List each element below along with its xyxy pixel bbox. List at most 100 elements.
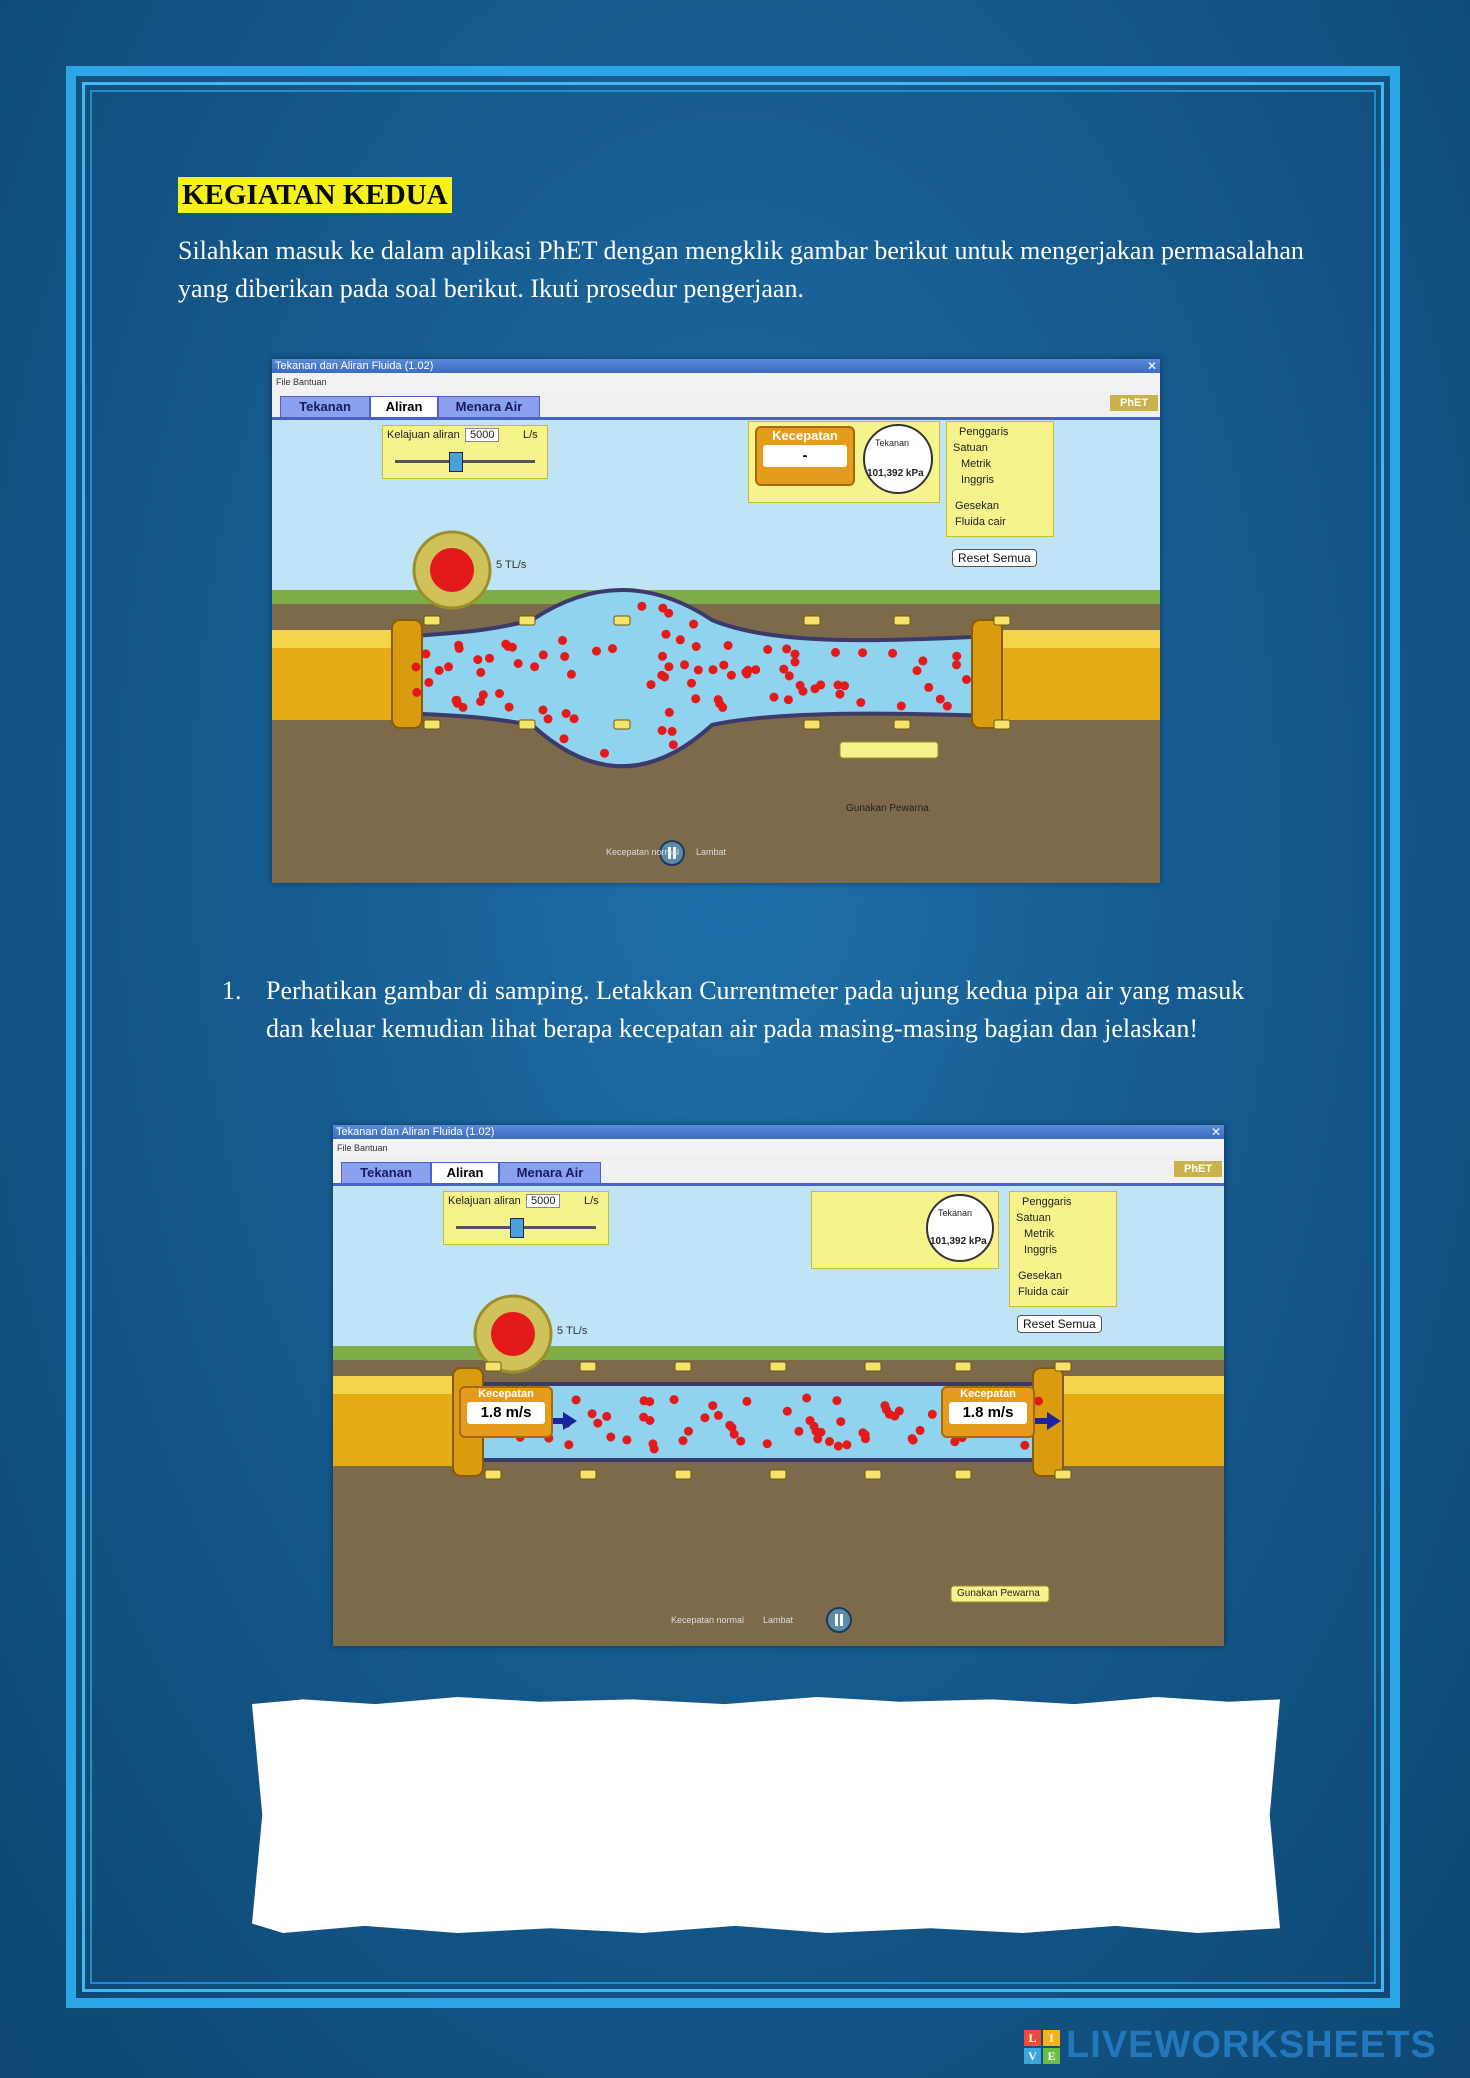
option-metrik[interactable]: Metrik [961, 458, 991, 470]
water-particle [912, 666, 922, 676]
option-inggris[interactable]: Inggris [961, 474, 994, 486]
reset-all-button[interactable]: Reset Semua [952, 549, 1037, 567]
speed-normal-radio: Kecepatan normal [671, 1615, 745, 1625]
water-particle [825, 1437, 834, 1446]
pressure-readout: 101,392 kPa [867, 468, 924, 479]
gauge-label: Tekanan [938, 1208, 973, 1218]
water-particle [742, 1396, 752, 1406]
rate-label: 5 TL/s [496, 559, 527, 571]
water-particle [915, 1425, 925, 1435]
water-particle [649, 1444, 659, 1454]
water-particle [485, 653, 494, 663]
water-particle [680, 660, 689, 670]
water-particle [719, 660, 729, 670]
phet-simulation-image: Tekanan dan Aliran Fluida (1.02) ✕ File … [333, 1125, 1224, 1646]
pressure-gauge[interactable]: Tekanan 101,392 kPa [863, 424, 933, 494]
water-particle [538, 705, 548, 715]
flow-rate-value[interactable]: 5000 [465, 428, 500, 442]
speed-normal-radio[interactable]: Kecepatan normal [606, 847, 679, 857]
water-particle [952, 651, 962, 661]
option-penggaris[interactable]: Penggaris [959, 426, 1009, 438]
tab-aliran: Aliran [431, 1162, 499, 1183]
water-particle [813, 1434, 823, 1444]
tab-menara-air[interactable]: Menara Air [438, 396, 540, 417]
pressure-marker [613, 615, 631, 626]
water-particle [742, 669, 752, 679]
water-particle [729, 1429, 739, 1439]
option-metrik: Metrik [1024, 1228, 1054, 1240]
speed-meter[interactable]: Kecepatan - [755, 426, 855, 486]
option-satuan: Satuan [953, 442, 988, 454]
water-particle [942, 701, 952, 711]
tab-tekanan[interactable]: Tekanan [280, 396, 370, 417]
question-number: 1. [222, 976, 242, 1005]
pressure-marker [674, 1361, 692, 1372]
pressure-marker [484, 1469, 502, 1480]
water-particle [779, 664, 789, 674]
reset-all-button: Reset Semua [1017, 1315, 1102, 1333]
water-particle [858, 648, 868, 658]
speed-slow-radio[interactable]: Lambat [696, 847, 726, 857]
pressure-gauge: Tekanan 101,392 kPa [926, 1194, 994, 1262]
speed-meter-left: Kecepatan 1.8 m/s [459, 1386, 553, 1438]
water-particle [725, 1420, 735, 1430]
pressure-marker [993, 719, 1011, 730]
pressure-marker [769, 1469, 787, 1480]
water-particle [458, 702, 468, 712]
speed-meter-value: - [763, 445, 847, 467]
sim-window-title: Tekanan dan Aliran Fluida (1.02) [272, 359, 1160, 373]
water-particle [908, 1435, 918, 1445]
water-particle [691, 642, 701, 651]
pressure-marker [954, 1361, 972, 1372]
water-particle [592, 646, 601, 656]
tab-aliran[interactable]: Aliran [370, 396, 438, 417]
water-particle [451, 695, 461, 705]
water-particle [790, 649, 800, 659]
water-particle [476, 667, 486, 677]
pressure-marker [423, 615, 441, 626]
answer-input[interactable] [252, 1697, 1280, 1933]
phet-simulation-link[interactable]: Tekanan dan Aliran Fluida (1.02) ✕ File … [272, 359, 1160, 883]
water-particle [718, 702, 728, 712]
water-particle [564, 1440, 574, 1450]
water-particle [802, 1393, 812, 1403]
water-particle [561, 709, 571, 718]
intro-paragraph: Silahkan masuk ke dalam aplikasi PhET de… [178, 236, 1304, 303]
water-particle [412, 687, 422, 697]
water-particle [473, 655, 483, 665]
water-particle [504, 702, 514, 712]
water-particle [1034, 1396, 1043, 1406]
slider-thumb[interactable] [449, 452, 463, 472]
liveworksheets-logo-icon: L I V E [1024, 2030, 1062, 2066]
flow-rate-slider[interactable] [395, 460, 535, 463]
option-fluida-cair[interactable]: Fluida cair [955, 516, 1006, 528]
water-particle [1020, 1440, 1030, 1450]
close-icon[interactable]: ✕ [1147, 359, 1157, 373]
water-particle [888, 648, 898, 658]
dye-checkbox[interactable]: Gunakan Pewarna [846, 803, 929, 814]
speed-gauge-panel: Kecepatan - Tekanan 101,392 kPa [748, 421, 940, 503]
water-particle [782, 644, 792, 654]
water-particle [606, 1432, 616, 1442]
pressure-marker [993, 615, 1011, 626]
tab-menara-air: Menara Air [499, 1162, 601, 1183]
water-particle [661, 629, 671, 639]
water-particle [639, 1412, 649, 1422]
water-particle [639, 1396, 649, 1406]
flow-rate-panel: Kelajuan aliran 5000 L/s [443, 1191, 609, 1245]
water-particle [708, 665, 718, 675]
tab-tekanan: Tekanan [341, 1162, 431, 1183]
water-particle [831, 647, 840, 657]
pressure-marker [954, 1469, 972, 1480]
option-fluida-cair: Fluida cair [1018, 1286, 1069, 1298]
water-particle [832, 1396, 842, 1406]
water-particle [782, 1406, 792, 1416]
option-gesekan[interactable]: Gesekan [955, 500, 999, 512]
water-particle [700, 1413, 710, 1423]
water-particle [664, 662, 674, 672]
water-particle [538, 650, 548, 660]
water-particle [884, 1409, 894, 1419]
flow-rate-unit: L/s [584, 1195, 599, 1207]
sim-tabbar: Tekanan Aliran Menara Air [272, 391, 1160, 420]
pressure-marker [1054, 1469, 1072, 1480]
